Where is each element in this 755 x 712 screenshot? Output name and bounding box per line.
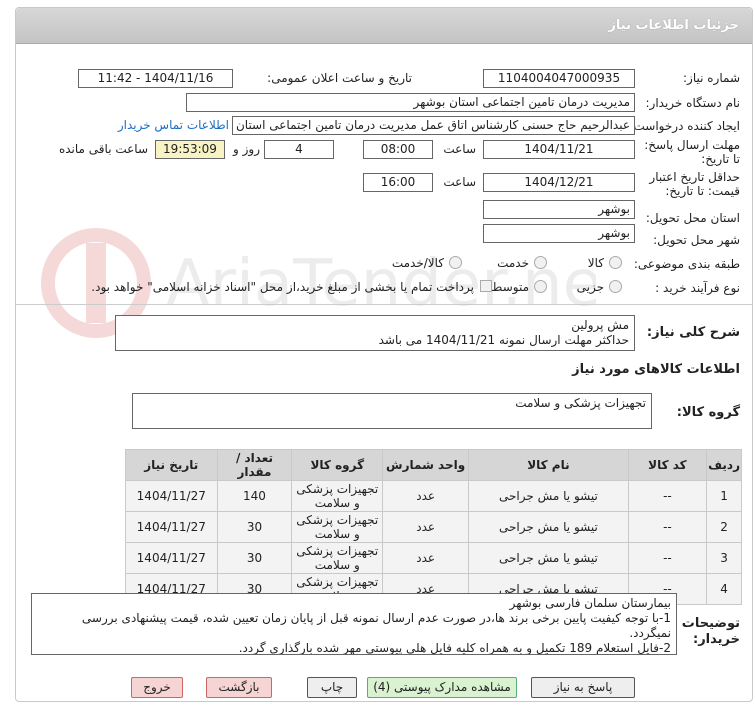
buyer-notes-line2: 1-با توجه کیفیت پایین برخی برند ها،در صو…	[81, 611, 671, 640]
cell-row: 1	[706, 480, 742, 512]
panel-title: جزئیات اطلاعات نیاز	[608, 18, 739, 33]
cell-row: 2	[706, 511, 742, 543]
creator-field: عبدالرحیم حاج حسنی کارشناس اتاق عمل مدیر…	[232, 116, 635, 135]
cell-qty: 140	[216, 480, 293, 512]
remaining-time-field: 19:53:09	[155, 140, 225, 159]
days-label: روز و	[233, 142, 260, 156]
cell-unit: عدد	[382, 511, 470, 543]
reply-deadline-label: مهلت ارسال پاسخ: تا تاریخ:	[644, 138, 740, 166]
remaining-time-label: ساعت باقی مانده	[58, 142, 148, 156]
province-label: استان محل تحویل:	[645, 211, 740, 225]
cell-row: 4	[706, 573, 742, 605]
need-number-label: شماره نیاز:	[683, 71, 740, 85]
process-radio-medium[interactable]	[534, 280, 547, 293]
category-radio-both[interactable]	[449, 256, 462, 269]
print-button[interactable]: چاپ	[307, 677, 357, 698]
province-field: بوشهر	[483, 200, 635, 219]
process-option-minor: جزیی	[576, 280, 604, 294]
category-option-both: کالا/خدمت	[391, 256, 444, 270]
city-label: شهر محل تحویل:	[653, 233, 740, 247]
col-code: کد کالا	[627, 449, 708, 481]
creator-label: ایجاد کننده درخواست:	[629, 119, 740, 133]
cell-group: تجهیزات پزشکی و سلامت	[291, 511, 384, 543]
exit-button[interactable]: خروج	[131, 677, 183, 698]
reply-hour-field: 08:00	[363, 140, 433, 159]
col-group: گروه کالا	[291, 449, 384, 481]
category-option-goods: کالا	[587, 256, 604, 270]
goods-info-title: اطلاعات کالاهای مورد نیاز	[572, 362, 740, 377]
buyer-notes-line3: 2-فایل استعلام 189 تکمیل و به همراه کلیه…	[238, 641, 671, 655]
col-date: تاریخ نیاز	[125, 449, 218, 481]
col-unit: واحد شمارش	[382, 449, 470, 481]
buyer-contact-link[interactable]: اطلاعات تماس خریدار	[118, 118, 229, 132]
category-label: طبقه بندی موضوعی:	[633, 257, 740, 271]
cell-qty: 30	[216, 511, 293, 543]
col-qty: تعداد / مقدار	[216, 449, 293, 481]
process-label: نوع فرآیند خرید :	[655, 281, 740, 295]
general-desc-label: شرح کلی نیاز:	[646, 325, 740, 340]
goods-group-value: تجهیزات پزشکی و سلامت	[515, 396, 646, 410]
buyer-notes-box: بیمارستان سلمان فارسی بوشهر 1-با توجه کی…	[31, 593, 677, 655]
reply-date-field: 1404/11/21	[483, 140, 635, 159]
cell-group: تجهیزات پزشکی و سلامت	[291, 542, 384, 574]
buyer-notes-label: توضیحات خریدار:	[681, 616, 740, 647]
cell-name: تیشو یا مش جراحی	[468, 480, 629, 512]
cell-qty: 30	[216, 542, 293, 574]
goods-group-box: تجهیزات پزشکی و سلامت	[132, 393, 652, 429]
validity-date-field: 1404/12/21	[483, 173, 635, 192]
category-radio-goods[interactable]	[609, 256, 622, 269]
cell-unit: عدد	[382, 480, 470, 512]
col-name: نام کالا	[468, 449, 629, 481]
announce-label: تاریخ و ساعت اعلان عمومی:	[267, 71, 412, 85]
table-row: 1 -- تیشو یا مش جراحی عدد تجهیزات پزشکی …	[125, 480, 742, 512]
table-header-row: ردیف کد کالا نام کالا واحد شمارش گروه کا…	[125, 449, 742, 481]
announce-field: 1404/11/16 - 11:42	[78, 69, 233, 88]
category-option-service: خدمت	[497, 256, 529, 270]
buyer-notes-line1: بیمارستان سلمان فارسی بوشهر	[509, 596, 671, 610]
goods-group-label: گروه کالا:	[676, 405, 740, 420]
cell-code: --	[627, 542, 708, 574]
cell-row: 3	[706, 542, 742, 574]
treasury-payment-note: پرداخت تمام یا بخشی از مبلغ خرید،از محل …	[91, 280, 474, 294]
validity-hour-field: 16:00	[363, 173, 433, 192]
cell-unit: عدد	[382, 542, 470, 574]
back-button[interactable]: بازگشت	[206, 677, 272, 698]
city-field: بوشهر	[483, 224, 635, 243]
category-radio-service[interactable]	[534, 256, 547, 269]
table-row: 3 -- تیشو یا مش جراحی عدد تجهیزات پزشکی …	[125, 542, 742, 574]
need-details-panel: جزئیات اطلاعات نیاز AriaTender.neT شماره…	[15, 7, 753, 702]
general-desc-line2: حداکثر مهلت ارسال نمونه 1404/11/21 می با…	[378, 333, 629, 347]
reply-hour-label: ساعت	[443, 142, 476, 156]
process-radio-minor[interactable]	[609, 280, 622, 293]
cell-code: --	[627, 511, 708, 543]
treasury-payment-checkbox[interactable]	[480, 280, 492, 292]
buyer-org-field: مدیریت درمان تامین اجتماعی استان بوشهر	[186, 93, 635, 112]
general-desc-line1: مش پرولین	[571, 318, 629, 332]
cell-date: 1404/11/27	[125, 480, 218, 512]
cell-group: تجهیزات پزشکی و سلامت	[291, 480, 384, 512]
validity-hour-label: ساعت	[443, 175, 476, 189]
attachments-button[interactable]: مشاهده مدارک پیوستی (4)	[367, 677, 517, 698]
cell-code: --	[627, 480, 708, 512]
general-desc-box: مش پرولین حداکثر مهلت ارسال نمونه 1404/1…	[115, 315, 635, 351]
panel-header: جزئیات اطلاعات نیاز	[16, 8, 752, 44]
buyer-org-label: نام دستگاه خریدار:	[645, 96, 741, 110]
cell-name: تیشو یا مش جراحی	[468, 542, 629, 574]
cell-date: 1404/11/27	[125, 511, 218, 543]
process-option-medium: متوسط	[491, 280, 529, 294]
reply-button[interactable]: پاسخ به نیاز	[531, 677, 635, 698]
table-row: 2 -- تیشو یا مش جراحی عدد تجهیزات پزشکی …	[125, 511, 742, 543]
cell-date: 1404/11/27	[125, 542, 218, 574]
validity-label: حداقل تاریخ اعتبار قیمت: تا تاریخ:	[649, 170, 740, 198]
section-divider	[16, 304, 752, 305]
cell-name: تیشو یا مش جراحی	[468, 511, 629, 543]
days-field: 4	[264, 140, 334, 159]
goods-table: ردیف کد کالا نام کالا واحد شمارش گروه کا…	[125, 449, 742, 605]
need-number-field: 1104004047000935	[483, 69, 635, 88]
col-row: ردیف	[706, 449, 742, 481]
